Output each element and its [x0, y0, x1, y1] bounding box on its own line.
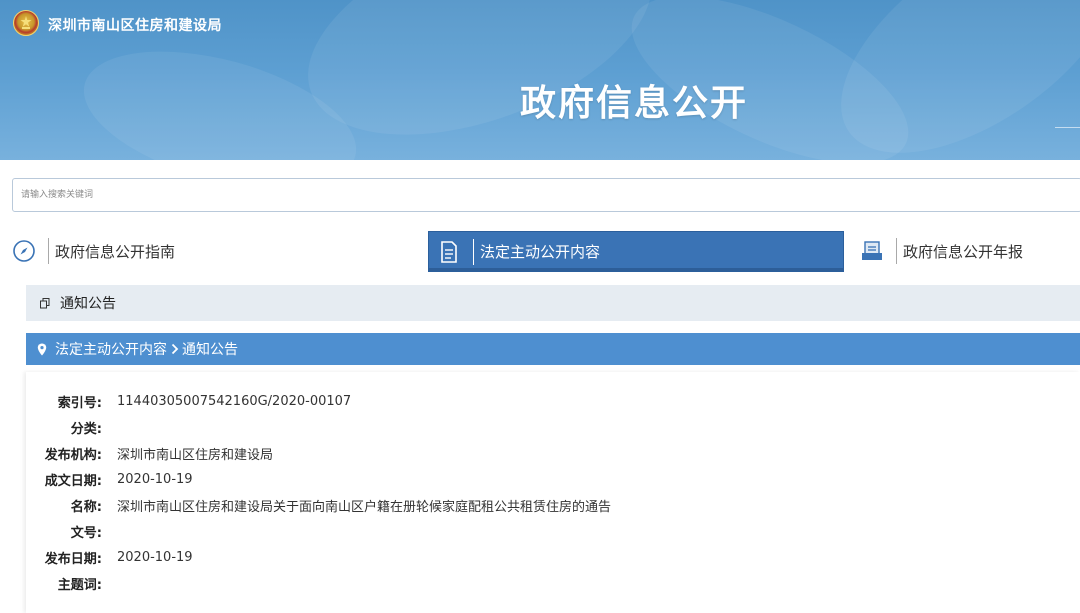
detail-key: 文号:: [70, 525, 102, 541]
detail-value: 11440305007542160G/2020-00107: [117, 393, 352, 409]
detail-row-category: 分类:: [26, 417, 117, 437]
breadcrumb-item[interactable]: 法定主动公开内容: [55, 339, 167, 359]
emblem-icon: [13, 10, 39, 36]
tab-statutory-content[interactable]: 法定主动公开内容: [428, 231, 844, 272]
chevron-right-icon: [171, 343, 179, 355]
detail-key: 主题词:: [57, 577, 102, 593]
document-icon: [429, 240, 469, 264]
detail-value: 深圳市南山区住房和建设局: [117, 447, 274, 463]
detail-row-keywords: 主题词:: [26, 573, 117, 593]
detail-key: 发布日期:: [44, 551, 102, 567]
detail-row-publish-date: 发布日期: 2020-10-19: [26, 547, 193, 567]
document-details: 索引号: 11440305007542160G/2020-00107 分类: 发…: [26, 372, 1080, 613]
tab-label: 政府信息公开指南: [55, 242, 176, 261]
breadcrumb-item[interactable]: 通知公告: [182, 339, 238, 359]
location-pin-icon: [37, 343, 49, 356]
breadcrumb: 法定主动公开内容 通知公告: [26, 333, 1080, 365]
detail-value: 2020-10-19: [117, 549, 193, 565]
detail-key: 发布机构:: [44, 447, 102, 463]
tab-separator: [473, 238, 474, 265]
section-header: 通知公告: [26, 285, 1080, 321]
tab-separator: [48, 238, 49, 264]
report-icon: [852, 239, 892, 263]
detail-row-name: 名称: 深圳市南山区住房和建设局关于面向南山区户籍在册轮候家庭配租公共租赁住房的…: [26, 495, 611, 515]
detail-key: 分类:: [70, 421, 102, 437]
site-name[interactable]: 深圳市南山区住房和建设局: [48, 15, 222, 35]
detail-key: 成文日期:: [44, 473, 102, 489]
detail-key: 索引号:: [57, 395, 102, 411]
header-banner: 深圳市南山区住房和建设局 政府信息公开: [0, 0, 1080, 160]
tab-label: 政府信息公开年报: [903, 242, 1024, 261]
search-input[interactable]: [12, 178, 1080, 212]
tab-label: 法定主动公开内容: [480, 243, 601, 261]
detail-row-publisher: 发布机构: 深圳市南山区住房和建设局: [26, 443, 273, 463]
detail-value: 深圳市南山区住房和建设局关于面向南山区户籍在册轮候家庭配租公共租赁住房的通告: [117, 499, 612, 515]
detail-key: 名称:: [70, 499, 102, 515]
banner-line: [1055, 127, 1080, 128]
page-title: 政府信息公开: [520, 83, 749, 124]
compass-icon: [4, 239, 44, 263]
section-title: 通知公告: [60, 296, 116, 312]
tab-annual-report[interactable]: 政府信息公开年报: [852, 228, 1080, 274]
detail-value: 2020-10-19: [117, 471, 193, 487]
detail-row-index: 索引号: 11440305007542160G/2020-00107: [26, 391, 351, 411]
tab-row: 政府信息公开指南 法定主动公开内容 政府信息公开年报: [0, 228, 1080, 274]
tab-disclosure-guide[interactable]: 政府信息公开指南: [4, 228, 422, 274]
detail-row-doc-number: 文号:: [26, 521, 117, 541]
copy-icon: [40, 297, 52, 309]
tab-separator: [896, 238, 897, 264]
detail-row-written-date: 成文日期: 2020-10-19: [26, 469, 193, 489]
